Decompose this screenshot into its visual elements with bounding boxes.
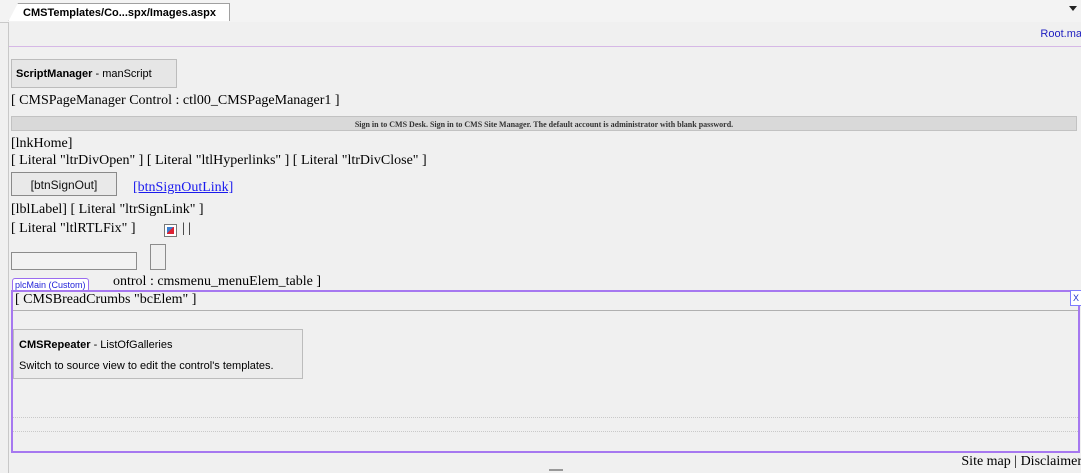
repeater-hint: Switch to source view to edit the contro…: [19, 360, 274, 372]
search-textbox[interactable]: [11, 252, 137, 270]
resize-grip-icon[interactable]: [549, 469, 563, 471]
root-master-link[interactable]: Root.ma: [1040, 28, 1081, 40]
master-divider: [9, 46, 1081, 47]
sign-out-button[interactable]: [btnSignOut]: [11, 172, 117, 196]
page-manager-control[interactable]: [ CMSPageManager Control : ctl00_CMSPage…: [11, 93, 340, 109]
tab-dropdown-arrow-icon[interactable]: [1069, 6, 1077, 11]
script-manager-name: - manScript: [92, 68, 152, 80]
repeater-name: - ListOfGalleries: [90, 339, 173, 351]
script-manager-type: ScriptManager: [16, 68, 93, 80]
repeater-control[interactable]: CMSRepeater - ListOfGalleries Switch to …: [13, 329, 303, 379]
placeholder-main-region[interactable]: [ CMSBreadCrumbs "bcElem" ] X CMSRepeate…: [11, 290, 1081, 453]
repeater-title: CMSRepeater - ListOfGalleries: [19, 339, 172, 351]
dotted-divider: [13, 431, 1078, 432]
broken-image-icon: [164, 224, 177, 237]
signin-message-bar: Sign in to CMS Desk. Sign in to CMS Site…: [11, 116, 1077, 131]
document-tab-title: CMSTemplates/Co...spx/Images.aspx: [23, 7, 216, 19]
lnk-home-control[interactable]: [lnkHome]: [11, 136, 72, 152]
document-tab-bar: CMSTemplates/Co...spx/Images.aspx: [0, 0, 1081, 23]
label-line[interactable]: [lblLabel] [ Literal "ltrSignLink" ]: [11, 202, 204, 218]
breadcrumbs-row: [ CMSBreadCrumbs "bcElem" ] X: [13, 290, 1081, 311]
search-button[interactable]: [150, 244, 166, 270]
repeater-type: CMSRepeater: [19, 339, 91, 351]
close-icon[interactable]: X: [1070, 290, 1081, 306]
literals-line[interactable]: [ Literal "ltrDivOpen" ] [ Literal "ltlH…: [11, 153, 427, 169]
sign-out-link[interactable]: [btnSignOutLink]: [133, 180, 233, 196]
rtl-fix-pipes: | |: [182, 221, 192, 236]
rtl-fix-literal[interactable]: [ Literal "ltlRTLFix" ]: [11, 221, 136, 237]
breadcrumbs-control[interactable]: [ CMSBreadCrumbs "bcElem" ]: [15, 292, 196, 308]
footer-links[interactable]: Site map | Disclaimer: [961, 454, 1081, 470]
script-manager-control[interactable]: ScriptManager - manScript: [11, 59, 177, 88]
dotted-divider: [13, 417, 1078, 418]
design-surface: Root.ma ScriptManager - manScript [ CMSP…: [8, 22, 1081, 473]
menu-control-text[interactable]: ontrol : cmsmenu_menuElem_table ]: [113, 274, 321, 290]
document-tab[interactable]: CMSTemplates/Co...spx/Images.aspx: [8, 3, 230, 22]
